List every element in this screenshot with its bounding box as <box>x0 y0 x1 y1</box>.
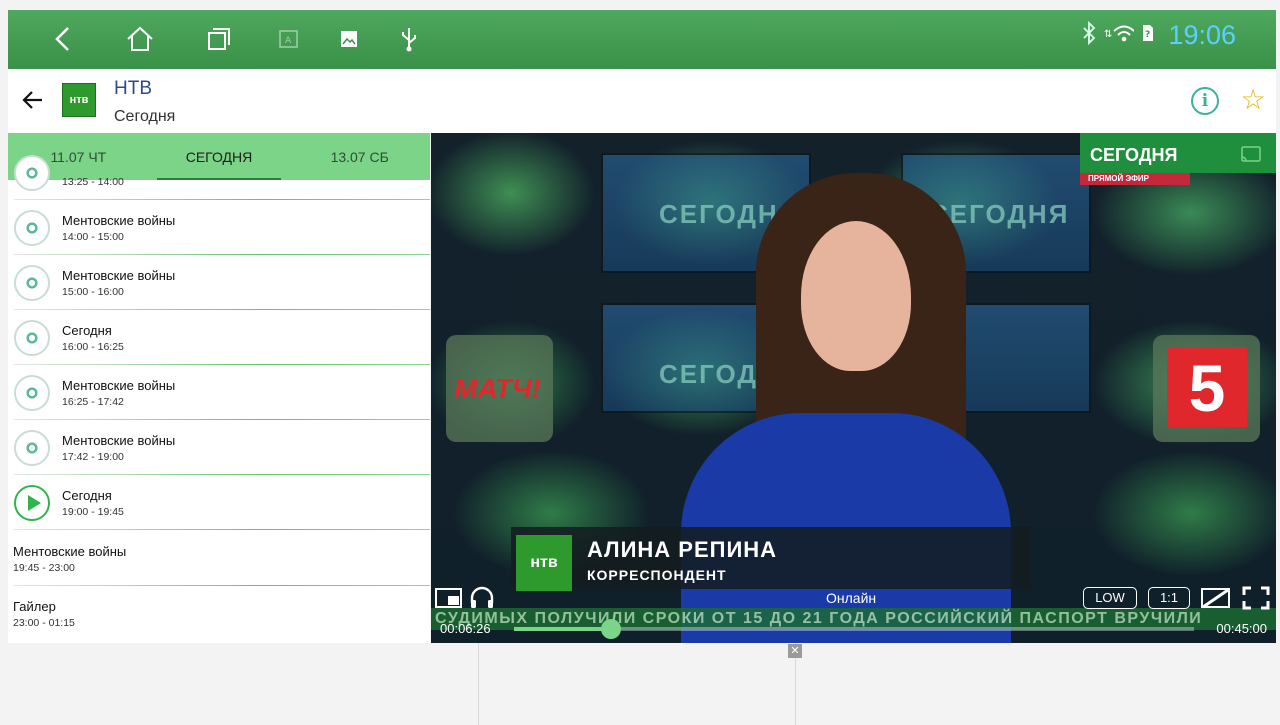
sim-icon: ? <box>1142 24 1154 47</box>
schedule-item-time: 16:25 - 17:42 <box>62 396 124 408</box>
info-icon[interactable]: i <box>1191 87 1219 115</box>
channel-program-icon <box>14 210 50 246</box>
schedule-item-time: 13:25 - 14:00 <box>62 176 124 188</box>
wifi-icon: ⇅ <box>1104 23 1136 48</box>
program-title: Сегодня <box>114 108 176 125</box>
ad-banner-area: ✕ <box>8 643 1276 725</box>
end-time: 00:45:00 <box>1216 621 1267 636</box>
schedule-item[interactable]: 13:25 - 14:00 <box>8 145 430 200</box>
svg-text:⇅: ⇅ <box>1104 29 1112 40</box>
recents-icon[interactable] <box>204 24 234 54</box>
divider <box>478 643 479 725</box>
seek-bar[interactable] <box>514 619 1194 639</box>
clock: 19:06 <box>1168 20 1236 50</box>
prev-channel-logo: МАТЧ! <box>454 373 541 404</box>
schedule-item-current[interactable]: Сегодня 19:00 - 19:45 <box>8 475 430 530</box>
lower-third: нтв АЛИНА РЕПИНА КОРРЕСПОНДЕНТ <box>511 527 1031 591</box>
home-icon[interactable] <box>125 24 155 54</box>
onair-sub: ПРЯМОЙ ЭФИР <box>1080 173 1190 185</box>
system-bar: A ⇅ ? 19:06 <box>8 10 1276 69</box>
schedule-item[interactable]: Сегодня 16:00 - 16:25 <box>8 310 430 365</box>
schedule-item-time: 15:00 - 16:00 <box>62 286 124 298</box>
channel-program-icon <box>14 320 50 356</box>
schedule-item-time: 23:00 - 01:15 <box>13 617 75 629</box>
back-icon[interactable] <box>48 24 78 54</box>
gallery-icon[interactable] <box>334 24 364 54</box>
channel-header: нтв НТВ Сегодня i ☆ <box>8 69 1276 133</box>
app-screen: A ⇅ ? 19:06 нтв НТВ Сегодня i ☆ 11.07 ЧТ… <box>0 0 1280 725</box>
schedule-item[interactable]: Ментовские войны 14:00 - 15:00 <box>8 200 430 255</box>
lower-third-logo: нтв <box>516 535 572 591</box>
channel-program-icon <box>14 375 50 411</box>
schedule-item-title: Ментовские войны <box>62 213 176 228</box>
ticker-text: СУДИМЫХ ПОЛУЧИЛИ СРОКИ ОТ 15 ДО 21 ГОДА … <box>435 610 1203 627</box>
schedule-item-time: 16:00 - 16:25 <box>62 341 124 353</box>
presenter-face <box>801 221 911 371</box>
current-time: 00:06:26 <box>440 621 491 636</box>
schedule-item-title: Сегодня <box>62 323 112 338</box>
seek-progress <box>514 627 612 631</box>
lower-third-role: КОРРЕСПОНДЕНТ <box>587 567 727 583</box>
play-icon[interactable] <box>14 485 50 521</box>
schedule-item[interactable]: Ментовские войны 15:00 - 16:00 <box>8 255 430 310</box>
schedule-item-title: Ментовские войны <box>13 544 127 559</box>
schedule-item-time: 19:00 - 19:45 <box>62 506 124 518</box>
close-ad-icon[interactable]: ✕ <box>788 644 802 658</box>
schedule-item-title: Сегодня <box>62 488 112 503</box>
channel-name: НТВ <box>114 78 152 99</box>
channel-program-icon <box>14 155 50 191</box>
schedule-item[interactable]: Ментовские войны 17:42 - 19:00 <box>8 420 430 475</box>
headphones-icon[interactable] <box>469 585 495 614</box>
schedule-item-title: Гайлер <box>13 599 56 614</box>
crop-icon[interactable] <box>1201 587 1231 614</box>
cast-icon[interactable] <box>1240 145 1262 168</box>
lower-third-name: АЛИНА РЕПИНА <box>587 537 778 562</box>
program-guide: 11.07 ЧТ СЕГОДНЯ 13.07 СБ 13:25 - 14:00 … <box>8 133 430 643</box>
back-arrow-icon[interactable] <box>20 87 46 113</box>
schedule-list[interactable]: 13:25 - 14:00 Ментовские войны 14:00 - 1… <box>8 155 430 643</box>
schedule-item[interactable]: Ментовские войны 19:45 - 23:00 <box>8 531 430 586</box>
channel-program-icon <box>14 265 50 301</box>
bluetooth-icon <box>1082 20 1096 50</box>
stream-status: Онлайн <box>826 590 877 606</box>
onair-badge: СЕГОДНЯ ПРЯМОЙ ЭФИР <box>1080 133 1276 185</box>
next-channel-button[interactable]: 5 <box>1153 335 1260 442</box>
schedule-item[interactable]: Ментовские войны 16:25 - 17:42 <box>8 365 430 420</box>
svg-text:A: A <box>285 36 292 46</box>
schedule-item-time: 14:00 - 15:00 <box>62 231 124 243</box>
prev-channel-button[interactable]: МАТЧ! <box>446 335 553 442</box>
aspect-ratio-button[interactable]: 1:1 <box>1148 587 1190 609</box>
video-player[interactable]: СЕГОДНЯ СЕГОДНЯ СЕГОДНЯ СЕГОДНЯ ПРЯМОЙ Э… <box>431 133 1276 643</box>
schedule-item-time: 17:42 - 19:00 <box>62 451 124 463</box>
channel-program-icon <box>14 430 50 466</box>
schedule-item[interactable]: Гайлер 23:00 - 01:15 <box>8 586 430 641</box>
next-channel-logo: 5 <box>1167 347 1247 427</box>
schedule-item-title: Ментовские войны <box>62 433 176 448</box>
fullscreen-icon[interactable] <box>1242 586 1270 615</box>
channel-logo: нтв <box>62 83 96 117</box>
pip-icon[interactable] <box>435 587 463 614</box>
divider <box>14 529 430 530</box>
schedule-item-time: 19:45 - 23:00 <box>13 562 75 574</box>
status-indicators: ⇅ ? 19:06 <box>1082 20 1236 51</box>
schedule-item-title: Ментовские войны <box>62 378 176 393</box>
svg-text:?: ? <box>1145 30 1150 40</box>
favorite-star-icon[interactable]: ☆ <box>1238 85 1268 115</box>
schedule-item-title: Ментовские войны <box>62 268 176 283</box>
quality-button[interactable]: LOW <box>1083 587 1137 609</box>
usb-icon <box>394 24 424 54</box>
screenshot-icon[interactable]: A <box>274 24 304 54</box>
